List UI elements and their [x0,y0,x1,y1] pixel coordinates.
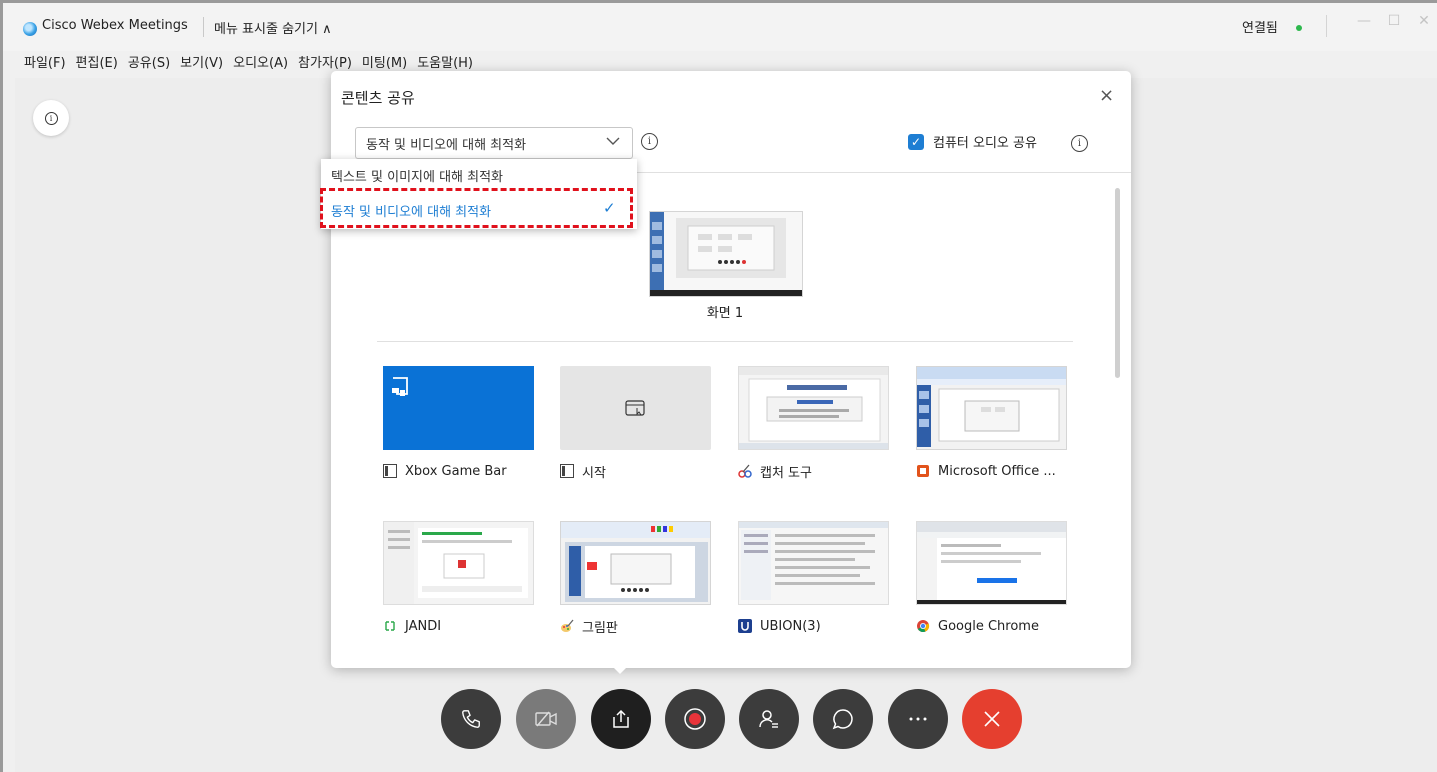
tile-label-paint: 그림판 [560,617,730,636]
chat-button[interactable] [813,689,873,749]
more-icon [909,717,927,721]
optimize-info-icon[interactable]: i [641,133,658,150]
paint-thumbnail[interactable] [560,521,711,605]
hide-menubar-toggle[interactable]: 메뉴 표시줄 숨기기 ∧ [214,18,332,37]
connection-indicator-icon [1296,25,1302,31]
section-divider [377,341,1073,342]
tile-label-ubion: UBION(3) [738,617,908,635]
close-window-button[interactable]: ✕ [1413,13,1435,29]
screen-1-label: 화면 1 [706,306,744,321]
info-icon: i [44,111,58,125]
window-icon [383,464,397,478]
video-off-icon [535,711,557,727]
dialog-close-button[interactable]: × [1099,85,1114,106]
optimize-selected-value: 동작 및 비디오에 대해 최적화 [366,138,527,153]
phone-icon [462,710,480,728]
window-icon [560,464,574,478]
tile-label-snipping: 캡처 도구 [738,462,908,481]
highlight-annotation [320,188,633,228]
dialog-title: 콘텐츠 공유 [341,89,415,107]
tile-label-chrome: Google Chrome [916,617,1086,635]
share-icon [613,709,629,728]
app-name: Google Chrome [938,618,1039,634]
window-controls-divider [1326,15,1327,37]
app-name: Xbox Game Bar [405,463,507,479]
video-button[interactable] [516,689,576,749]
chrome-icon [916,619,930,633]
webex-logo-icon [23,22,37,36]
tile-label-xbox: Xbox Game Bar [383,462,553,480]
menu-share[interactable]: 공유(S) [128,52,170,76]
connection-status: 연결됨 [1242,21,1278,36]
audio-button[interactable] [441,689,501,749]
menu-edit[interactable]: 편집(E) [76,52,118,76]
meeting-info-button[interactable]: i [33,100,69,136]
chat-icon [832,709,853,730]
snipping-tool-icon [738,464,752,478]
record-icon [684,708,706,730]
record-button[interactable] [665,689,725,749]
ubion-icon [738,619,752,633]
app-name: Microsoft Office ... [938,463,1056,479]
dialog-scrollbar[interactable] [1115,188,1120,378]
google-chrome-thumbnail[interactable] [916,521,1067,605]
app-title: Cisco Webex Meetings [42,18,188,33]
tile-label-office: Microsoft Office ... [916,462,1086,480]
share-button[interactable] [591,689,651,749]
title-divider [203,17,204,37]
menu-file[interactable]: 파일(F) [24,52,66,76]
tile-label-start: 시작 [560,462,730,481]
snipping-tool-thumbnail[interactable] [738,366,889,450]
option-text-images[interactable]: 텍스트 및 이미지에 대해 최적화 [331,166,503,185]
participants-icon [759,710,778,728]
share-audio-checkbox[interactable]: ✓ [908,134,924,150]
ubion-thumbnail[interactable] [738,521,889,605]
start-thumbnail[interactable] [560,366,711,450]
optimize-dropdown[interactable]: 동작 및 비디오에 대해 최적화 [355,127,633,159]
microsoft-office-thumbnail[interactable] [916,366,1067,450]
leave-meeting-button[interactable] [962,689,1022,749]
participants-button[interactable] [739,689,799,749]
share-audio-label: 컴퓨터 오디오 공유 [933,136,1037,151]
menu-view[interactable]: 보기(V) [180,52,223,76]
xbox-game-bar-thumbnail[interactable] [383,366,534,450]
app-name: 캡처 도구 [760,465,812,481]
office-icon [916,464,930,478]
paint-icon [560,619,574,633]
more-button[interactable] [888,689,948,749]
screen-1-thumbnail[interactable] [649,211,803,297]
app-name: 그림판 [582,620,618,636]
app-name: 시작 [582,465,606,481]
maximize-button[interactable]: ☐ [1383,13,1405,29]
jandi-icon [383,619,397,633]
minimize-button[interactable]: — [1353,13,1375,29]
leave-icon [984,711,1000,727]
app-name: UBION(3) [760,618,821,634]
jandi-thumbnail[interactable] [383,521,534,605]
dialog-pointer [610,664,630,674]
tile-label-jandi: JANDI [383,617,553,635]
app-name: JANDI [405,618,442,634]
menu-audio[interactable]: 오디오(A) [233,52,288,76]
chevron-down-icon [606,135,620,149]
audio-info-icon[interactable]: i [1071,135,1088,152]
